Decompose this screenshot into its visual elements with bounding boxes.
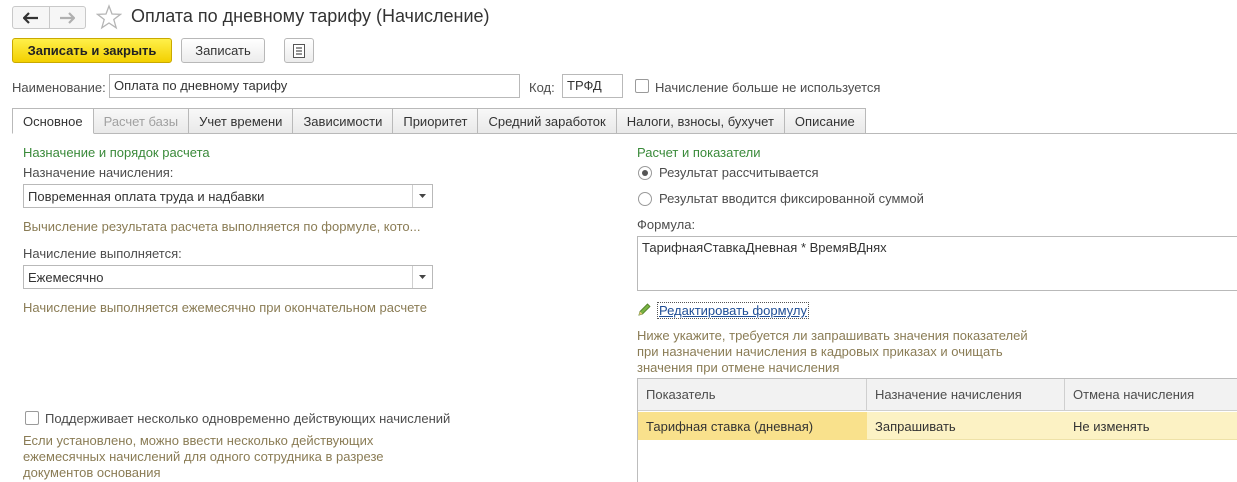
- multi-accrual-checkbox[interactable]: [25, 411, 39, 425]
- period-hint: Начисление выполняется ежемесячно при ок…: [23, 300, 427, 315]
- calc-section-title: Расчет и показатели: [637, 145, 761, 160]
- radio-fixed-sum[interactable]: [638, 192, 652, 206]
- back-button[interactable]: [13, 7, 49, 28]
- unused-label: Начисление больше не используется: [655, 80, 881, 95]
- favorite-star-icon[interactable]: [96, 4, 122, 30]
- tab-average-earnings[interactable]: Средний заработок: [478, 108, 617, 134]
- radio-calculated[interactable]: [638, 166, 652, 180]
- arrow-left-icon: [22, 11, 38, 24]
- edit-formula-link[interactable]: Редактировать формулу: [657, 302, 809, 319]
- save-button[interactable]: Записать: [181, 38, 265, 63]
- purpose-label: Назначение начисления:: [23, 165, 174, 180]
- more-actions-button[interactable]: [284, 38, 314, 63]
- column-header-cancellation[interactable]: Отмена начисления: [1065, 379, 1237, 411]
- tab-bar: Основное Расчет базы Учет времени Зависи…: [12, 108, 866, 134]
- purpose-value: Повременная оплата труда и надбавки: [28, 189, 265, 204]
- code-label: Код:: [529, 80, 555, 95]
- tab-description[interactable]: Описание: [784, 108, 866, 134]
- multi-accrual-label: Поддерживает несколько одновременно дейс…: [45, 411, 451, 426]
- column-header-assignment[interactable]: Назначение начисления: [867, 379, 1065, 411]
- tab-priority[interactable]: Приоритет: [393, 108, 479, 134]
- tab-main[interactable]: Основное: [12, 108, 94, 134]
- forward-button[interactable]: [48, 7, 86, 28]
- indicators-hint-line3: значения при отмене начисления: [637, 360, 840, 375]
- table-cell-assignment[interactable]: Запрашивать: [867, 412, 1065, 440]
- purpose-section-title: Назначение и порядок расчета: [23, 145, 210, 160]
- document-list-icon: [293, 43, 305, 58]
- unused-checkbox[interactable]: [635, 79, 649, 93]
- indicators-table: Показатель Назначение начисления Отмена …: [637, 378, 1237, 482]
- dropdown-icon[interactable]: [412, 266, 432, 288]
- formula-label: Формула:: [637, 217, 696, 232]
- navigation-buttons: [12, 6, 86, 29]
- radio-calculated-label: Результат рассчитывается: [659, 165, 819, 180]
- name-label: Наименование:: [12, 80, 106, 95]
- code-input[interactable]: ТРФД: [562, 74, 623, 98]
- tab-time-accounting[interactable]: Учет времени: [189, 108, 294, 134]
- table-cell-cancellation[interactable]: Не изменять: [1065, 412, 1237, 440]
- window-title: Оплата по дневному тарифу (Начисление): [131, 6, 490, 26]
- multi-accrual-hint-line3: документов основания: [23, 465, 161, 480]
- pencil-icon: [638, 303, 651, 316]
- multi-accrual-hint-line2: ежемесячных начислений для одного сотруд…: [23, 449, 384, 464]
- multi-accrual-hint-line1: Если установлено, можно ввести несколько…: [23, 433, 374, 448]
- dropdown-icon[interactable]: [412, 185, 432, 207]
- table-cell-indicator[interactable]: Тарифная ставка (дневная): [638, 412, 867, 440]
- column-header-indicator[interactable]: Показатель: [638, 379, 867, 411]
- tab-dependencies[interactable]: Зависимости: [293, 108, 394, 134]
- formula-textarea[interactable]: ТарифнаяСтавкаДневная * ВремяВДнях: [637, 236, 1237, 291]
- tab-base-calc[interactable]: Расчет базы: [93, 108, 190, 134]
- period-label: Начисление выполняется:: [23, 246, 182, 261]
- arrow-right-icon: [60, 11, 76, 24]
- indicators-hint-line1: Ниже укажите, требуется ли запрашивать з…: [637, 328, 1028, 343]
- save-and-close-button[interactable]: Записать и закрыть: [12, 38, 172, 63]
- radio-fixed-sum-label: Результат вводится фиксированной суммой: [659, 191, 924, 206]
- period-select[interactable]: Ежемесячно: [23, 265, 433, 289]
- period-value: Ежемесячно: [28, 270, 104, 285]
- name-input[interactable]: Оплата по дневному тарифу: [109, 74, 520, 98]
- purpose-hint[interactable]: Вычисление результата расчета выполняетс…: [23, 219, 420, 235]
- tab-taxes[interactable]: Налоги, взносы, бухучет: [616, 108, 785, 134]
- purpose-select[interactable]: Повременная оплата труда и надбавки: [23, 184, 433, 208]
- indicators-hint-line2: при назначении начисления в кадровых при…: [637, 344, 1003, 359]
